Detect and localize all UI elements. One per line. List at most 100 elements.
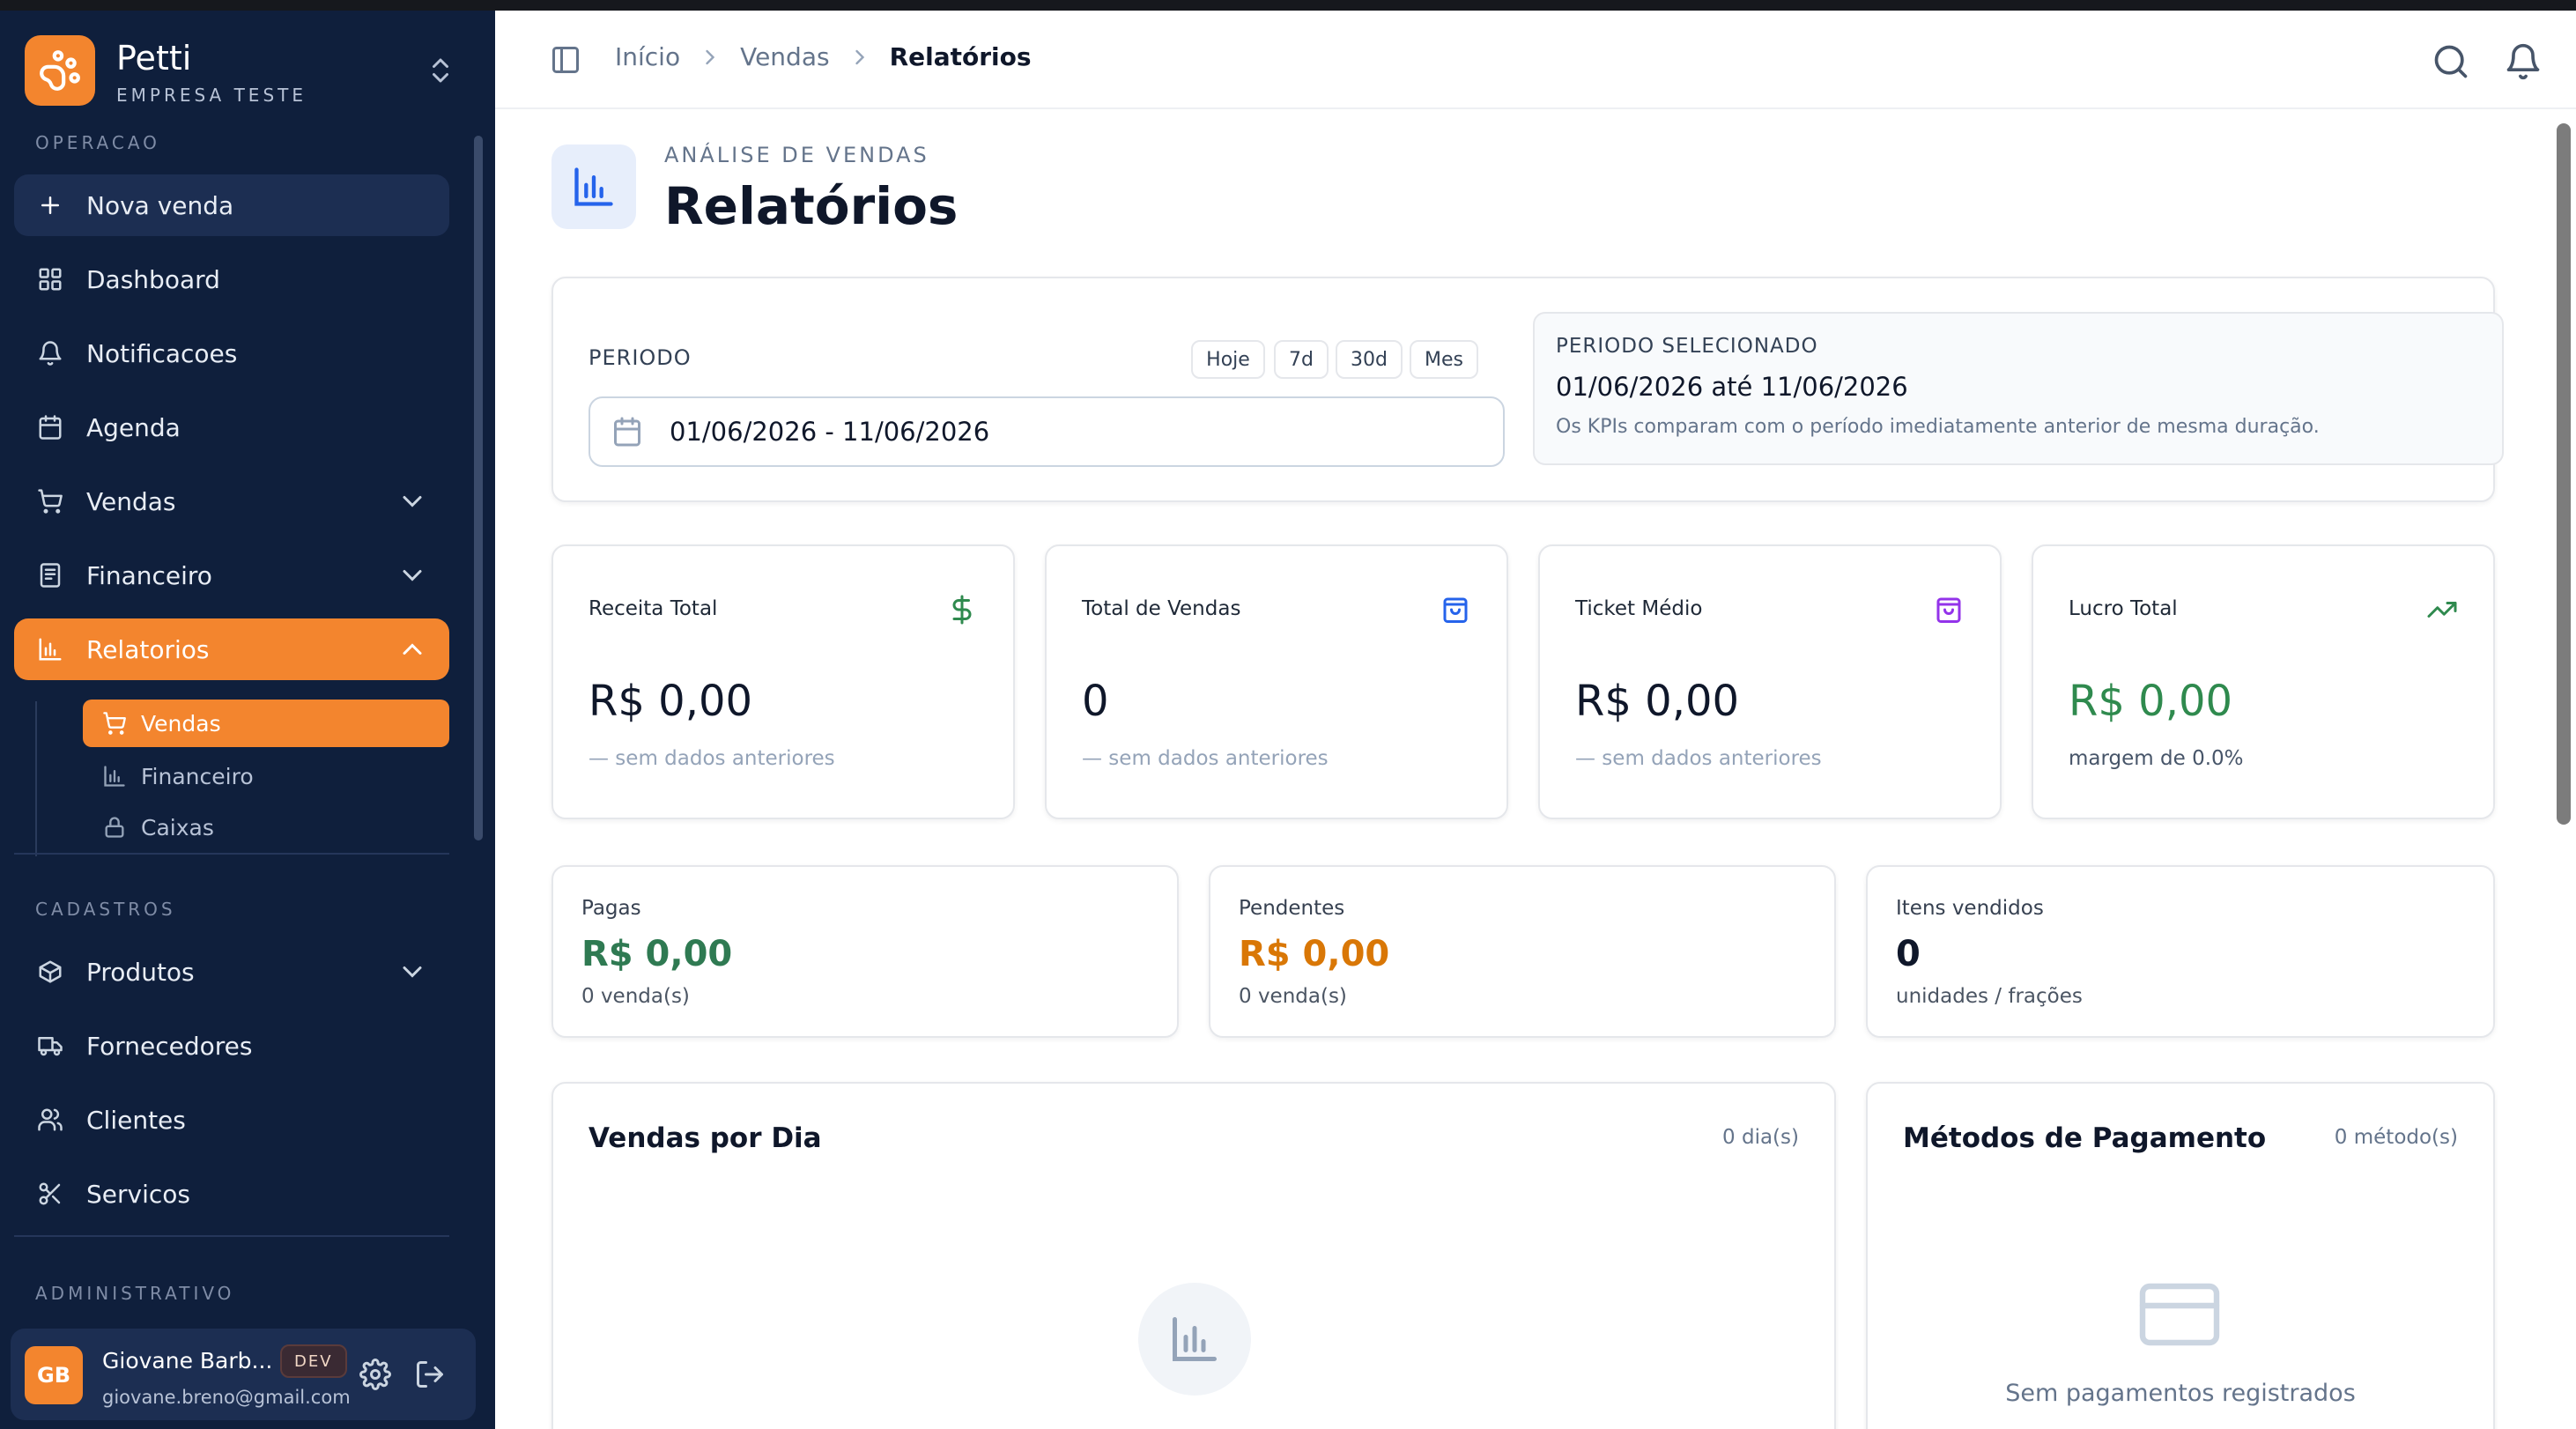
shopping-cart-icon — [100, 709, 129, 737]
stat-pendentes-card: Pendentes R$ 0,00 0 venda(s) — [1209, 865, 1836, 1038]
period-label: PERIODO — [588, 345, 692, 370]
nav-label: Relatorios — [86, 634, 210, 664]
breadcrumb: Início Vendas Relatórios — [615, 42, 1032, 71]
user-name: Giovane Barb... — [102, 1348, 273, 1373]
nav-agenda[interactable]: Agenda — [14, 396, 449, 458]
section-administrativo: ADMINISTRATIVO — [35, 1283, 235, 1304]
panel-title: Métodos de Pagamento — [1903, 1122, 2267, 1154]
kpi-value: 0 — [1082, 677, 1109, 726]
nav-label: Agenda — [86, 412, 181, 442]
env-badge: DEV — [280, 1344, 347, 1378]
subnav-relatorios-vendas[interactable]: Vendas — [83, 700, 449, 747]
gear-icon[interactable] — [359, 1359, 391, 1390]
trending-up-icon — [2427, 602, 2457, 618]
chip-mes[interactable]: Mes — [1410, 340, 1478, 379]
window-top-strip — [0, 0, 2576, 11]
date-range-input[interactable]: 01/06/2026 - 11/06/2026 — [588, 396, 1505, 467]
nav-vendas[interactable]: Vendas — [14, 470, 449, 532]
logout-icon[interactable] — [414, 1359, 446, 1390]
chip-30d[interactable]: 30d — [1336, 340, 1403, 379]
stat-label: Itens vendidos — [1896, 897, 2044, 920]
search-icon[interactable] — [2432, 42, 2470, 81]
kpi-value: R$ 0,00 — [2069, 677, 2233, 726]
nav-label: Dashboard — [86, 264, 220, 294]
page-title: Relatórios — [664, 176, 959, 236]
paw-logo-icon — [25, 35, 95, 106]
nav-dashboard[interactable]: Dashboard — [14, 248, 449, 310]
sidebar-scrollbar[interactable] — [474, 136, 483, 840]
avatar: GB — [25, 1346, 83, 1404]
chevron-down-icon — [403, 496, 422, 507]
nav-label: Nova venda — [86, 190, 234, 220]
selected-period-value: 01/06/2026 até 11/06/2026 — [1556, 372, 1908, 402]
submenu-guide-line — [35, 701, 37, 856]
bar-chart-icon — [100, 762, 129, 790]
layout-grid-icon — [35, 264, 65, 294]
nav-fornecedores[interactable]: Fornecedores — [14, 1015, 449, 1077]
stat-itens-card: Itens vendidos 0 unidades / frações — [1866, 865, 2495, 1038]
chevron-down-icon — [403, 570, 422, 581]
kpi-label: Ticket Médio — [1575, 597, 1703, 620]
chevrons-up-down-icon — [433, 58, 448, 83]
bell-icon — [35, 338, 65, 368]
kpi-receita-card: Receita Total R$ 0,00 — sem dados anteri… — [551, 544, 1015, 819]
chevron-right-icon — [706, 49, 715, 64]
brand-switcher[interactable]: Petti EMPRESA TESTE — [25, 35, 456, 106]
vendas-por-dia-panel: Vendas por Dia 0 dia(s) — [551, 1082, 1836, 1429]
section-cadastros: CADASTROS — [35, 899, 176, 920]
chevron-right-icon — [855, 49, 864, 64]
chevron-down-icon — [403, 966, 422, 978]
sidebar-toggle-icon[interactable] — [550, 44, 581, 76]
nav-label: Servicos — [86, 1179, 190, 1209]
kpi-value: R$ 0,00 — [588, 677, 753, 726]
page-scrollbar[interactable] — [2557, 123, 2571, 825]
nav-label: Fornecedores — [86, 1031, 253, 1061]
stat-label: Pendentes — [1239, 897, 1345, 920]
selected-period-box: PERIODO SELECIONADO 01/06/2026 até 11/06… — [1533, 312, 2504, 465]
selected-period-note: Os KPIs comparam com o período imediatam… — [1556, 416, 2320, 438]
nav-label: Financeiro — [86, 560, 212, 590]
sidebar-divider — [14, 1235, 449, 1237]
selected-period-label: PERIODO SELECIONADO — [1556, 335, 1818, 358]
truck-icon — [35, 1031, 65, 1061]
kpi-sub: margem de 0.0% — [2069, 747, 2244, 770]
empty-payments-text: Sem pagamentos registrados — [2005, 1380, 2356, 1407]
breadcrumb-vendas[interactable]: Vendas — [740, 42, 829, 71]
breadcrumb-inicio[interactable]: Início — [615, 42, 680, 71]
package-icon — [35, 957, 65, 987]
credit-card-icon — [2139, 1283, 2220, 1346]
kpi-sub: — sem dados anteriores — [588, 747, 835, 770]
chip-hoje[interactable]: Hoje — [1191, 340, 1265, 379]
empty-chart-icon — [1138, 1283, 1251, 1396]
stat-value: R$ 0,00 — [1239, 934, 1390, 974]
metodos-pagamento-panel: Métodos de Pagamento 0 método(s) Sem pag… — [1866, 1082, 2495, 1429]
panel-title: Vendas por Dia — [588, 1122, 822, 1154]
shopping-bag-icon — [1936, 597, 1961, 623]
nav-notificacoes[interactable]: Notificacoes — [14, 322, 449, 384]
nav-financeiro[interactable]: Financeiro — [14, 544, 449, 606]
subnav-relatorios-caixas[interactable]: Caixas — [83, 803, 449, 851]
subnav-label: Vendas — [141, 710, 221, 737]
panel-count: 0 método(s) — [2334, 1126, 2458, 1149]
stat-sub: 0 venda(s) — [581, 985, 690, 1008]
nav-relatorios[interactable]: Relatorios — [14, 618, 449, 680]
nav-nova-venda[interactable]: Nova venda — [14, 174, 449, 236]
nav-servicos[interactable]: Servicos — [14, 1163, 449, 1225]
calendar-icon — [35, 412, 65, 442]
scissors-icon — [35, 1179, 65, 1209]
nav-clientes[interactable]: Clientes — [14, 1089, 449, 1151]
date-range-value: 01/06/2026 - 11/06/2026 — [670, 417, 990, 447]
brand-subtitle: EMPRESA TESTE — [116, 85, 307, 106]
subnav-relatorios-financeiro[interactable]: Financeiro — [83, 752, 449, 800]
brand-name: Petti — [116, 39, 192, 78]
breadcrumb-current: Relatórios — [889, 42, 1032, 71]
page-eyebrow: ANÁLISE DE VENDAS — [664, 143, 929, 167]
bell-icon[interactable] — [2504, 42, 2543, 81]
sidebar-divider — [14, 853, 449, 855]
nav-label: Vendas — [86, 486, 176, 516]
user-card: GB Giovane Barb... DEV giovane.breno@gma… — [11, 1329, 476, 1420]
dollar-sign-icon — [952, 595, 972, 625]
nav-produtos[interactable]: Produtos — [14, 941, 449, 1003]
stat-value: R$ 0,00 — [581, 934, 733, 974]
chip-7d[interactable]: 7d — [1274, 340, 1329, 379]
